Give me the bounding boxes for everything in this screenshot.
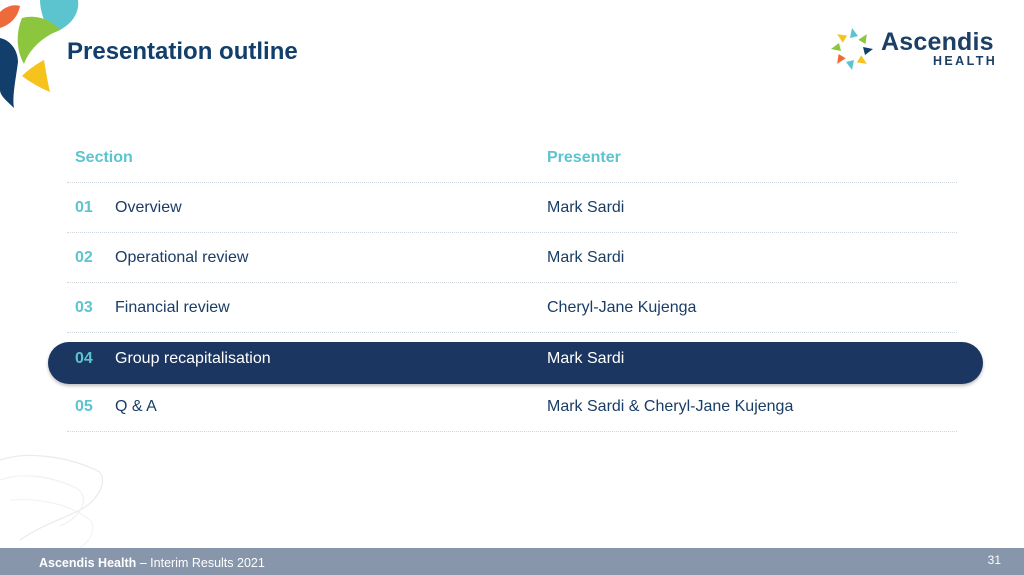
logo-subtitle: HEALTH (933, 54, 998, 68)
footer-separator: – (136, 556, 151, 570)
table-row-highlighted: 04 Group recapitalisation Mark Sardi (48, 333, 983, 384)
presenter-name: Mark Sardi (547, 249, 625, 266)
presenter-name: Cheryl-Jane Kujenga (547, 299, 697, 316)
section-name: Q & A (115, 398, 157, 415)
presenter-name: Mark Sardi (547, 199, 625, 216)
presenter-name: Mark Sardi & Cheryl-Jane Kujenga (547, 398, 794, 415)
presenter-name: Mark Sardi (547, 350, 625, 367)
section-number: 04 (75, 350, 93, 367)
table-row: 01 Overview Mark Sardi (67, 183, 957, 233)
section-number: 01 (75, 199, 93, 216)
section-number: 05 (75, 398, 93, 415)
logo-wordmark: Ascendis (881, 28, 994, 56)
section-name: Overview (115, 199, 182, 216)
section-column-header: Section (75, 149, 133, 166)
ascendis-logo-mark (831, 28, 873, 70)
footer-bar: Ascendis Health – Interim Results 2021 3… (0, 548, 1024, 575)
table-row: 02 Operational review Mark Sardi (67, 233, 957, 283)
ascendis-health-logo: Ascendis HEALTH (828, 24, 998, 74)
section-number: 02 (75, 249, 93, 266)
table-row: 05 Q & A Mark Sardi & Cheryl-Jane Kujeng… (67, 382, 957, 432)
section-name: Group recapitalisation (115, 350, 271, 367)
outline-table: Section Presenter 01 Overview Mark Sardi… (48, 133, 983, 432)
footer-text: Ascendis Health – Interim Results 2021 (39, 556, 265, 570)
watermark-swirl (0, 454, 103, 549)
page-title: Presentation outline (67, 38, 298, 65)
presenter-column-header: Presenter (547, 149, 621, 166)
table-header-row: Section Presenter (67, 133, 957, 183)
footer-company: Ascendis Health (39, 556, 137, 570)
page-number: 31 (987, 553, 1001, 567)
section-number: 03 (75, 299, 93, 316)
section-name: Operational review (115, 249, 249, 266)
table-row: 03 Financial review Cheryl-Jane Kujenga (67, 283, 957, 333)
footer-subtitle: Interim Results 2021 (150, 556, 265, 570)
section-name: Financial review (115, 299, 230, 316)
